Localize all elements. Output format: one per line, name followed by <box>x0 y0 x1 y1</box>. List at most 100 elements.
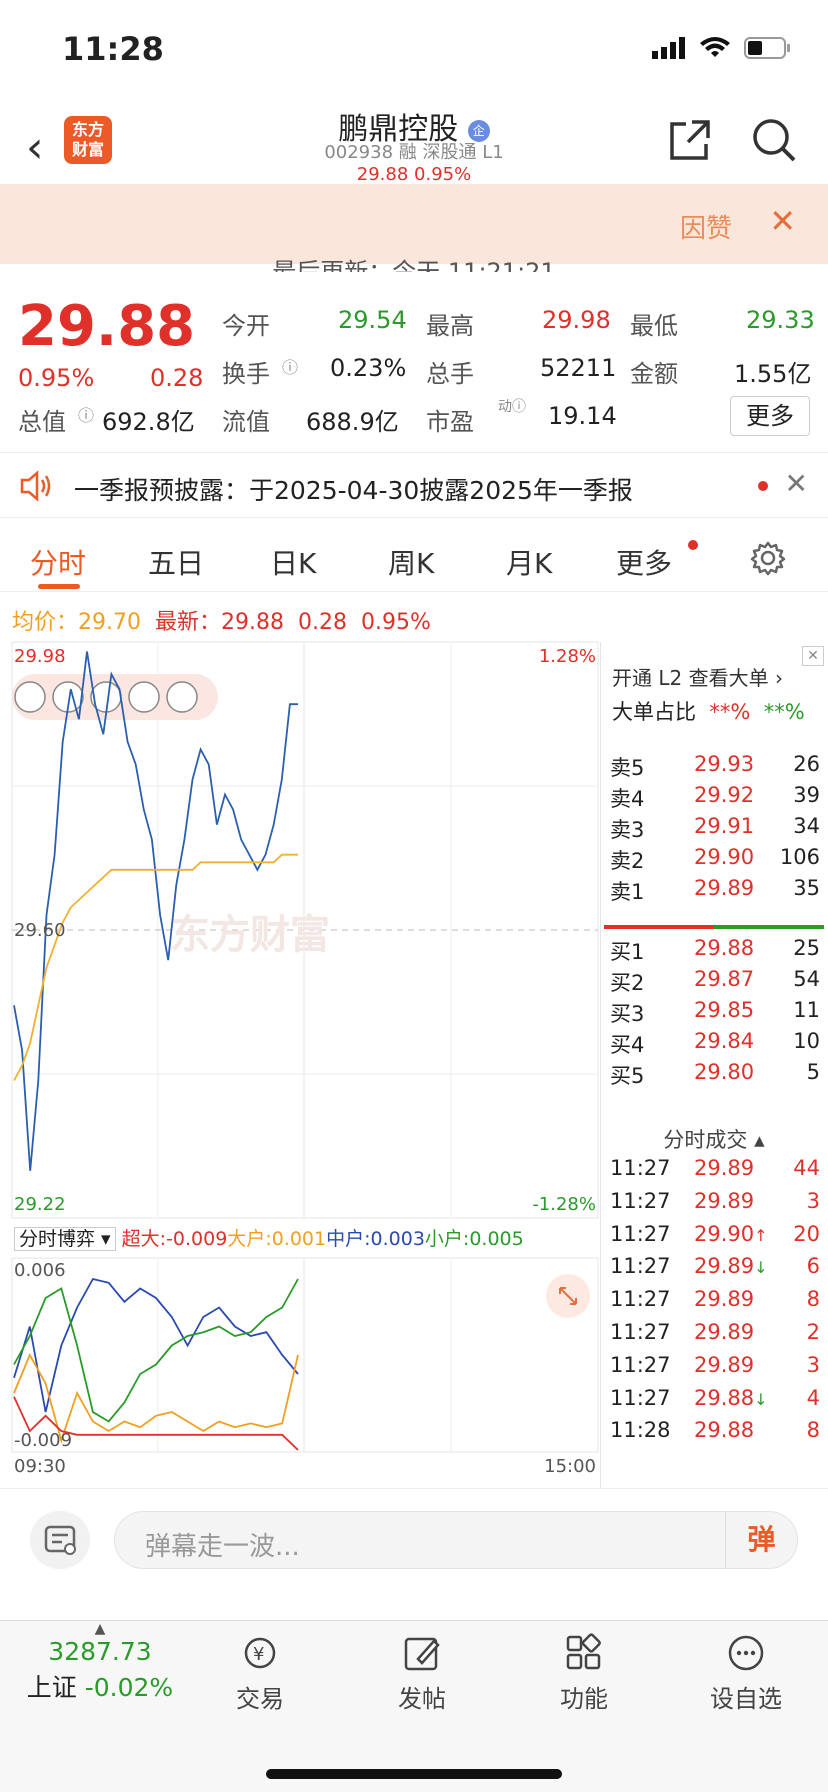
sell-buy-bar-red <box>604 925 714 929</box>
tab-monthly-k[interactable]: 月K <box>506 542 552 582</box>
flow-legend: 分时博弈 ▾ 超大:-0.009大户:0.001中户:0.003小户:0.005 <box>14 1224 524 1251</box>
bid-row: 买3 29.85 11 <box>610 998 820 1026</box>
volume-label: 总手 <box>426 360 474 388</box>
sub-indicator-select[interactable]: 分时博弈 ▾ <box>14 1227 116 1251</box>
trade-icon: ¥ <box>244 1637 276 1669</box>
index-value: 3287.73 <box>48 1637 152 1666</box>
chart-info-line: 均价：29.70 最新：29.88 0.28 0.95% <box>12 610 431 635</box>
retail-flow-line <box>13 1278 299 1423</box>
volume-value: 52211 <box>540 354 617 382</box>
amount-label: 金额 <box>630 360 678 388</box>
pct-min-label: -1.28% <box>532 1194 596 1215</box>
nav-post[interactable]: 发帖 <box>362 1633 482 1714</box>
bid-row: 买1 29.88 25 <box>610 936 820 964</box>
index-name: 上证 <box>26 1673 77 1702</box>
sub-max-label: 0.006 <box>14 1260 66 1281</box>
bid-row: 买5 29.80 5 <box>610 1060 820 1088</box>
nav-trade[interactable]: ¥ 交易 <box>200 1633 320 1714</box>
ask-row: 卖1 29.89 35 <box>610 876 820 904</box>
tab-five-day[interactable]: 五日 <box>148 542 204 582</box>
pe-label: 市盈 <box>426 408 474 436</box>
intraday-chart[interactable]: 东方财富 29.98 29.60 29.22 1.28% -1.28% 分时博弈… <box>0 636 600 1486</box>
battery-icon <box>744 37 790 59</box>
avg-price-line <box>13 853 298 1081</box>
trade-row: 11:27 29.89↓ 6 <box>610 1254 820 1279</box>
open-value: 29.54 <box>338 306 407 334</box>
chart-tabs: 分时 五日 日K 周K 月K 更多 <box>0 526 828 592</box>
emoji-icon <box>128 681 160 713</box>
low-value: 29.33 <box>746 306 815 334</box>
quote-panel: 最后更新：今天 11:21:21 29.88 0.95% 0.28 今开 29.… <box>0 258 828 444</box>
trade-row: 11:27 29.89 2 <box>610 1320 820 1344</box>
trade-row: 11:27 29.90↑ 20 <box>610 1221 820 1246</box>
bid-row: 买4 29.84 10 <box>610 1029 820 1057</box>
high-label: 最高 <box>426 312 474 340</box>
banner-text: 因赞 <box>679 214 732 244</box>
grid-icon <box>566 1633 601 1670</box>
close-icon[interactable]: ✕ <box>785 467 808 500</box>
pct-max-label: 1.28% <box>538 646 596 667</box>
low-label: 最低 <box>630 312 678 340</box>
last-updated: 最后更新：今天 11:21:21 <box>272 258 556 272</box>
notice-bar[interactable]: 一季报预披露：于2025-04-30披露2025年一季报 ✕ <box>0 452 828 518</box>
close-icon[interactable]: ✕ <box>802 646 824 666</box>
pe-value: 19.14 <box>548 402 617 430</box>
info-icon[interactable]: 动ⓘ <box>498 396 526 416</box>
float-cap-label: 流值 <box>222 408 270 436</box>
tab-daily-k[interactable]: 日K <box>270 542 316 582</box>
stock-mini-quote: 29.88 0.95% <box>356 164 472 182</box>
close-icon[interactable]: ✕ <box>769 202 796 240</box>
chart-canvas[interactable]: 东方财富 <box>0 636 600 1486</box>
bid-row: 买2 29.87 54 <box>610 967 820 995</box>
y-min-label: 29.22 <box>14 1194 66 1215</box>
ask-row: 卖5 29.93 26 <box>610 752 820 780</box>
turnover-label: 换手 <box>222 360 270 388</box>
sub-min-label: -0.009 <box>14 1430 73 1451</box>
nav-functions[interactable]: 功能 <box>524 1633 644 1714</box>
order-book: 开通 L2 查看大单 › ✕ 大单占比 **% **% 卖5 29.93 26 卖4 2… <box>600 642 828 1492</box>
emoji-icon <box>14 681 46 713</box>
more-dots-icon <box>728 1635 764 1671</box>
nav-add-watchlist[interactable]: 设自选 <box>686 1633 806 1714</box>
info-icon[interactable]: ⓘ <box>282 354 298 378</box>
status-bar: 11:28 <box>0 0 828 100</box>
status-time: 11:28 <box>62 30 164 68</box>
trade-row: 11:27 29.88↓ 4 <box>610 1385 820 1410</box>
share-icon[interactable] <box>666 116 714 164</box>
index-widget[interactable]: ▲ 3287.73 上证 -0.02% <box>20 1621 180 1704</box>
unread-dot <box>758 481 768 491</box>
ask-row: 卖3 29.91 34 <box>610 814 820 842</box>
total-cap-label: 总值 <box>18 408 66 436</box>
trade-row: 11:27 29.89 44 <box>610 1156 820 1180</box>
float-cap-value: 688.9亿 <box>306 408 399 436</box>
bottom-nav: ▲ 3287.73 上证 -0.02% ¥ 交易 发帖 功能 设自选 <box>0 1620 828 1792</box>
signal-icon <box>652 37 685 59</box>
comment-list-icon[interactable] <box>30 1511 90 1569</box>
trades-title[interactable]: 分时成交 ▴ <box>600 1124 828 1154</box>
speaker-icon <box>20 470 51 502</box>
big-order-ratio: 大单占比 **% **% <box>612 700 805 724</box>
tab-weekly-k[interactable]: 周K <box>388 542 434 582</box>
tab-more[interactable]: 更多 <box>616 542 672 582</box>
info-icon[interactable]: ⓘ <box>78 402 94 426</box>
tab-intraday[interactable]: 分时 <box>30 542 86 582</box>
home-indicator <box>266 1769 562 1779</box>
svg-text:¥: ¥ <box>253 1644 264 1665</box>
ask-row: 卖2 29.90 106 <box>610 845 820 873</box>
gear-icon[interactable] <box>750 540 786 576</box>
current-price: 29.88 <box>18 294 196 359</box>
notice-text: 一季报预披露：于2025-04-30披露2025年一季报 <box>74 476 633 505</box>
y-mid-label: 29.60 <box>14 920 66 941</box>
more-button[interactable]: 更多 <box>730 396 810 436</box>
y-max-label: 29.98 <box>14 646 66 667</box>
watermark: 东方财富 <box>170 912 330 958</box>
danmu-send-button[interactable]: 弹 <box>725 1512 797 1568</box>
change-amount: 0.28 <box>150 364 204 392</box>
edit-icon <box>404 1637 440 1671</box>
top-nav: ‹ 东方 财富 鹏鼎控股 企 002938 融 深股通 L1 29.88 0.9… <box>0 100 828 184</box>
danmu-input[interactable]: 弹幕走一波... 弹 <box>114 1511 798 1569</box>
l2-link[interactable]: 开通 L2 查看大单 › <box>612 662 783 691</box>
search-icon[interactable] <box>750 116 798 164</box>
trade-row: 11:27 29.89 8 <box>610 1287 820 1312</box>
sell-buy-bar-green <box>714 925 824 929</box>
